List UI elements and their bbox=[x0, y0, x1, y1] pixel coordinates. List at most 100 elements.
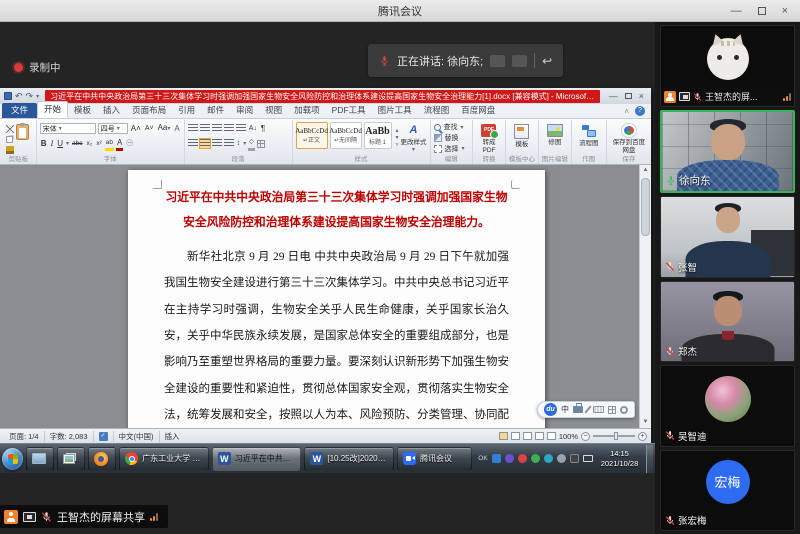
align-left-icon[interactable] bbox=[188, 139, 198, 148]
line-spacing-icon[interactable]: ↕ bbox=[236, 138, 242, 149]
tray-monitor-icon[interactable] bbox=[583, 455, 593, 462]
shrink-font-icon[interactable]: A˅ bbox=[144, 123, 155, 134]
increase-indent-icon[interactable] bbox=[236, 124, 246, 133]
zoom-level[interactable]: 100% bbox=[559, 432, 578, 441]
tab-template[interactable]: 模板 bbox=[68, 103, 97, 118]
tab-baidu-pan[interactable]: 百度网盘 bbox=[455, 103, 501, 118]
tab-mailings[interactable]: 邮件 bbox=[201, 103, 230, 118]
view-web-icon[interactable] bbox=[523, 432, 532, 440]
tray-icon-purple[interactable] bbox=[505, 454, 514, 463]
numbering-icon[interactable] bbox=[200, 124, 210, 133]
participant-tile-zhengjie[interactable]: 郑杰 bbox=[660, 281, 795, 363]
shading-icon[interactable]: ◇ bbox=[248, 137, 255, 151]
tab-view[interactable]: 视图 bbox=[259, 103, 288, 118]
firefox-taskbar-button[interactable] bbox=[88, 447, 116, 471]
taskbar-clock[interactable]: 14:152021/10/28 bbox=[599, 449, 644, 469]
font-name-combo[interactable]: 宋体▾ bbox=[40, 123, 96, 134]
scroll-down-icon[interactable]: ▼ bbox=[640, 417, 651, 428]
strikethrough-button[interactable]: abc bbox=[71, 138, 83, 149]
tab-picture-tools[interactable]: 图片工具 bbox=[372, 103, 418, 118]
cut-icon[interactable] bbox=[6, 125, 14, 133]
highlight-color-button[interactable]: ab bbox=[105, 137, 114, 151]
participant-tile-xuxiangdong[interactable]: 徐向东 bbox=[660, 110, 795, 194]
tab-flowchart[interactable]: 流程图 bbox=[418, 103, 456, 118]
view-fullscreen-icon[interactable] bbox=[511, 432, 520, 440]
photo-edit-button[interactable]: 修图 bbox=[542, 122, 568, 154]
change-styles-button[interactable]: A 更改样式▾ bbox=[401, 122, 427, 154]
grow-font-icon[interactable]: A˄ bbox=[130, 123, 142, 134]
ime-language-toggle[interactable]: 中 bbox=[561, 404, 569, 415]
redo-icon[interactable]: ↷ bbox=[26, 91, 34, 102]
maximize-button[interactable] bbox=[758, 7, 766, 15]
pictures-taskbar-button[interactable] bbox=[57, 447, 85, 471]
chrome-taskbar-button[interactable]: 广东工业大学 第... bbox=[119, 447, 209, 471]
view-print-layout-icon[interactable] bbox=[499, 432, 508, 440]
tray-icon-blue[interactable] bbox=[492, 454, 501, 463]
italic-button[interactable]: I bbox=[50, 138, 55, 149]
word-restore-button[interactable] bbox=[625, 93, 632, 99]
ime-settings-icon[interactable] bbox=[620, 406, 628, 414]
copy-icon[interactable] bbox=[6, 136, 13, 144]
reply-arrow-icon[interactable]: ↩ bbox=[542, 54, 552, 68]
show-desktop-strip[interactable] bbox=[646, 445, 653, 473]
tab-home[interactable]: 开始 bbox=[37, 101, 68, 118]
text-effects-icon[interactable]: A bbox=[173, 123, 180, 134]
status-page[interactable]: 页面: 1/4 bbox=[4, 431, 45, 442]
ime-keyboard-icon[interactable] bbox=[593, 406, 604, 413]
tray-icon-dark[interactable] bbox=[570, 454, 579, 463]
tray-icon-teal[interactable] bbox=[544, 454, 553, 463]
template-button[interactable]: 模板 bbox=[509, 122, 535, 154]
bullets-icon[interactable] bbox=[188, 124, 198, 133]
ime-handwriting-icon[interactable] bbox=[584, 405, 591, 413]
tray-ok-icon[interactable]: OK bbox=[478, 455, 487, 462]
ime-symbols-icon[interactable] bbox=[608, 406, 616, 414]
status-word-count[interactable]: 字数: 2,083 bbox=[45, 431, 94, 442]
underline-button[interactable]: U bbox=[56, 138, 64, 149]
scrollbar-thumb[interactable] bbox=[641, 178, 650, 236]
word-taskbar-button-active[interactable]: W习近平在中共中... bbox=[212, 447, 302, 471]
multilevel-list-icon[interactable] bbox=[212, 124, 222, 133]
status-insert-mode[interactable]: 插入 bbox=[160, 431, 185, 442]
zoom-slider-thumb[interactable] bbox=[614, 432, 618, 440]
replace-button[interactable]: 替换 bbox=[434, 133, 470, 144]
zoom-in-icon[interactable]: + bbox=[638, 432, 647, 441]
ime-toolbox-icon[interactable] bbox=[573, 406, 583, 413]
tencent-meeting-taskbar-button[interactable]: 腾讯会议 bbox=[397, 447, 472, 471]
superscript-button[interactable]: x² bbox=[95, 138, 102, 149]
status-language[interactable]: 中文(中国) bbox=[114, 431, 160, 442]
sort-icon[interactable]: A↓ bbox=[248, 123, 258, 134]
collapse-ribbon-icon[interactable]: ˄ bbox=[624, 107, 629, 116]
scroll-up-icon[interactable]: ▲ bbox=[640, 165, 651, 176]
participant-tile-zhanghongmei[interactable]: 宏梅 张宏梅 bbox=[660, 450, 795, 532]
help-icon[interactable]: ? bbox=[635, 106, 645, 116]
tab-review[interactable]: 审阅 bbox=[230, 103, 259, 118]
bold-button[interactable]: B bbox=[40, 138, 48, 149]
style-heading1[interactable]: AaBb标题 1 bbox=[364, 122, 392, 149]
tab-references[interactable]: 引用 bbox=[172, 103, 201, 118]
enclose-character-icon[interactable]: ㊀ bbox=[125, 138, 134, 149]
find-button[interactable]: 查找▾ bbox=[434, 122, 470, 133]
save-baidu-pan-button[interactable]: 保存到百度网盘 bbox=[610, 122, 648, 154]
vertical-scrollbar[interactable]: ▲ ▼ bbox=[639, 165, 651, 428]
start-button[interactable] bbox=[2, 448, 23, 470]
decrease-indent-icon[interactable] bbox=[224, 124, 234, 133]
baidu-ime-logo[interactable]: du bbox=[544, 403, 557, 416]
reaction-icon[interactable] bbox=[512, 55, 527, 67]
show-marks-icon[interactable]: ¶ bbox=[260, 123, 266, 134]
paste-button[interactable] bbox=[16, 124, 29, 140]
zoom-out-icon[interactable]: − bbox=[581, 432, 590, 441]
word-minimize-button[interactable]: — bbox=[609, 91, 618, 101]
participant-tile-wuzhidi[interactable]: 吴智迪 bbox=[660, 365, 795, 447]
zoom-slider[interactable] bbox=[593, 435, 635, 437]
word-close-button[interactable]: × bbox=[639, 91, 644, 101]
tab-pdf-tools[interactable]: PDF工具 bbox=[326, 103, 372, 118]
justify-icon[interactable] bbox=[224, 139, 234, 148]
view-draft-icon[interactable] bbox=[547, 432, 556, 440]
tab-page-layout[interactable]: 页面布局 bbox=[126, 103, 172, 118]
tray-icon-green[interactable] bbox=[531, 454, 540, 463]
style-no-spacing[interactable]: AaBbCcDd↵无间隔 bbox=[330, 122, 362, 149]
participant-tile-zhangzhi[interactable]: 张智 bbox=[660, 196, 795, 278]
tab-insert[interactable]: 插入 bbox=[97, 103, 126, 118]
borders-icon[interactable] bbox=[257, 140, 265, 148]
minimize-button[interactable]: — bbox=[731, 5, 742, 17]
